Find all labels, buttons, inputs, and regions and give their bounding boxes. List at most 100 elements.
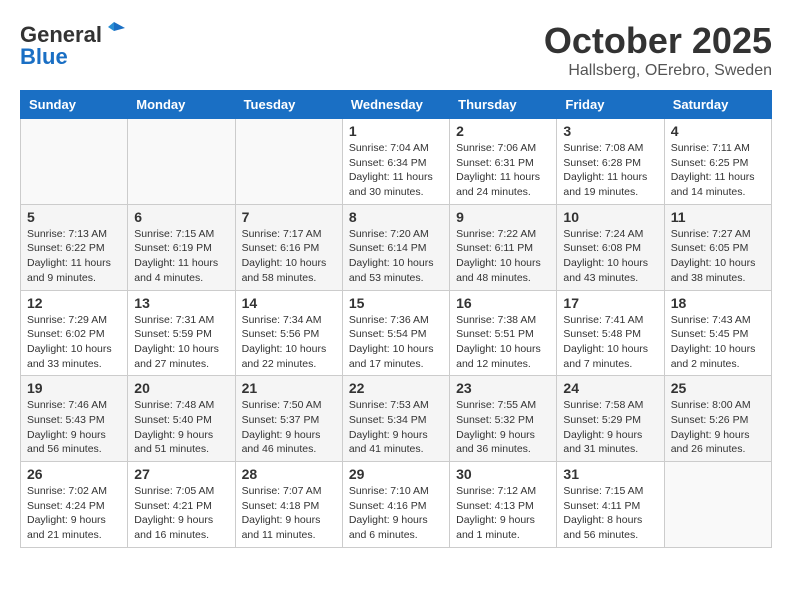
day-info: Sunrise: 7:12 AM Sunset: 4:13 PM Dayligh… <box>456 484 550 543</box>
day-number: 17 <box>563 295 657 311</box>
calendar-cell: 27 Sunrise: 7:05 AM Sunset: 4:21 PM Dayli… <box>128 462 235 548</box>
calendar-cell: 13Sunrise: 7:31 AM Sunset: 5:59 PM Dayli… <box>128 290 235 376</box>
weekday-header: Tuesday <box>235 91 342 119</box>
day-info: Sunrise: 7:13 AM Sunset: 6:22 PM Dayligh… <box>27 227 121 286</box>
calendar-cell: 3Sunrise: 7:08 AM Sunset: 6:28 PM Daylig… <box>557 119 664 205</box>
weekday-header: Saturday <box>664 91 771 119</box>
day-number: 23 <box>456 380 550 396</box>
calendar-cell: 8Sunrise: 7:20 AM Sunset: 6:14 PM Daylig… <box>342 204 449 290</box>
calendar-cell: 20Sunrise: 7:48 AM Sunset: 5:40 PM Dayli… <box>128 376 235 462</box>
calendar-cell: 26 Sunrise: 7:02 AM Sunset: 4:24 PM Dayli… <box>21 462 128 548</box>
day-info: Sunrise: 7:58 AM Sunset: 5:29 PM Dayligh… <box>563 398 657 457</box>
day-info: Sunrise: 7:43 AM Sunset: 5:45 PM Dayligh… <box>671 313 765 372</box>
day-number: 14 <box>242 295 336 311</box>
day-info: Sunrise: 7:07 AM Sunset: 4:18 PM Dayligh… <box>242 484 336 543</box>
calendar-cell: 6 Sunrise: 7:15 AM Sunset: 6:19 PM Daylig… <box>128 204 235 290</box>
weekday-header: Thursday <box>450 91 557 119</box>
day-number: 30 <box>456 466 550 482</box>
month-title: October 2025 <box>544 20 772 62</box>
day-number: 2 <box>456 123 550 139</box>
day-info: Sunrise: 7:53 AM Sunset: 5:34 PM Dayligh… <box>349 398 443 457</box>
day-number: 5 <box>27 209 121 225</box>
day-info: Sunrise: 7:17 AM Sunset: 6:16 PM Dayligh… <box>242 227 336 286</box>
calendar-week-row: 19 Sunrise: 7:46 AM Sunset: 5:43 PM Dayli… <box>21 376 772 462</box>
day-number: 24 <box>563 380 657 396</box>
day-info: Sunrise: 7:34 AM Sunset: 5:56 PM Dayligh… <box>242 313 336 372</box>
day-number: 7 <box>242 209 336 225</box>
calendar-cell: 2Sunrise: 7:06 AM Sunset: 6:31 PM Daylig… <box>450 119 557 205</box>
day-info: Sunrise: 7:22 AM Sunset: 6:11 PM Dayligh… <box>456 227 550 286</box>
day-number: 27 <box>134 466 228 482</box>
day-number: 29 <box>349 466 443 482</box>
day-number: 9 <box>456 209 550 225</box>
calendar-cell: 15 Sunrise: 7:36 AM Sunset: 5:54 PM Dayli… <box>342 290 449 376</box>
day-info: Sunrise: 7:10 AM Sunset: 4:16 PM Dayligh… <box>349 484 443 543</box>
calendar-cell: 31 Sunrise: 7:15 AM Sunset: 4:11 PM Dayli… <box>557 462 664 548</box>
calendar-cell: 4 Sunrise: 7:11 AM Sunset: 6:25 PM Daylig… <box>664 119 771 205</box>
day-number: 10 <box>563 209 657 225</box>
day-number: 31 <box>563 466 657 482</box>
calendar-week-row: 26 Sunrise: 7:02 AM Sunset: 4:24 PM Dayli… <box>21 462 772 548</box>
calendar-cell <box>664 462 771 548</box>
calendar-cell: 18Sunrise: 7:43 AM Sunset: 5:45 PM Dayli… <box>664 290 771 376</box>
logo-bird-icon <box>103 20 125 42</box>
day-info: Sunrise: 7:50 AM Sunset: 5:37 PM Dayligh… <box>242 398 336 457</box>
day-info: Sunrise: 7:29 AM Sunset: 6:02 PM Dayligh… <box>27 313 121 372</box>
day-info: Sunrise: 7:46 AM Sunset: 5:43 PM Dayligh… <box>27 398 121 457</box>
calendar-cell: 10 Sunrise: 7:24 AM Sunset: 6:08 PM Dayli… <box>557 204 664 290</box>
logo-blue-text: Blue <box>20 44 68 70</box>
day-info: Sunrise: 7:02 AM Sunset: 4:24 PM Dayligh… <box>27 484 121 543</box>
day-number: 22 <box>349 380 443 396</box>
day-number: 26 <box>27 466 121 482</box>
calendar-week-row: 1Sunrise: 7:04 AM Sunset: 6:34 PM Daylig… <box>21 119 772 205</box>
calendar-cell: 12 Sunrise: 7:29 AM Sunset: 6:02 PM Dayli… <box>21 290 128 376</box>
day-info: Sunrise: 7:31 AM Sunset: 5:59 PM Dayligh… <box>134 313 228 372</box>
day-number: 8 <box>349 209 443 225</box>
day-number: 16 <box>456 295 550 311</box>
calendar-cell: 9 Sunrise: 7:22 AM Sunset: 6:11 PM Daylig… <box>450 204 557 290</box>
day-number: 28 <box>242 466 336 482</box>
day-info: Sunrise: 7:48 AM Sunset: 5:40 PM Dayligh… <box>134 398 228 457</box>
calendar-cell: 25 Sunrise: 8:00 AM Sunset: 5:26 PM Dayli… <box>664 376 771 462</box>
day-info: Sunrise: 7:04 AM Sunset: 6:34 PM Dayligh… <box>349 141 443 200</box>
calendar-cell: 30 Sunrise: 7:12 AM Sunset: 4:13 PM Dayli… <box>450 462 557 548</box>
day-number: 21 <box>242 380 336 396</box>
calendar-cell: 16Sunrise: 7:38 AM Sunset: 5:51 PM Dayli… <box>450 290 557 376</box>
weekday-header: Wednesday <box>342 91 449 119</box>
weekday-header: Friday <box>557 91 664 119</box>
calendar-cell <box>128 119 235 205</box>
title-block: October 2025 Hallsberg, OErebro, Sweden <box>544 20 772 80</box>
day-info: Sunrise: 8:00 AM Sunset: 5:26 PM Dayligh… <box>671 398 765 457</box>
day-number: 4 <box>671 123 765 139</box>
day-info: Sunrise: 7:41 AM Sunset: 5:48 PM Dayligh… <box>563 313 657 372</box>
calendar-cell: 23Sunrise: 7:55 AM Sunset: 5:32 PM Dayli… <box>450 376 557 462</box>
day-number: 19 <box>27 380 121 396</box>
day-info: Sunrise: 7:15 AM Sunset: 6:19 PM Dayligh… <box>134 227 228 286</box>
calendar-cell <box>235 119 342 205</box>
page-header: General Blue October 2025 Hallsberg, OEr… <box>20 20 772 80</box>
day-info: Sunrise: 7:05 AM Sunset: 4:21 PM Dayligh… <box>134 484 228 543</box>
day-number: 6 <box>134 209 228 225</box>
calendar-cell: 29 Sunrise: 7:10 AM Sunset: 4:16 PM Dayli… <box>342 462 449 548</box>
calendar-cell: 11 Sunrise: 7:27 AM Sunset: 6:05 PM Dayli… <box>664 204 771 290</box>
day-info: Sunrise: 7:15 AM Sunset: 4:11 PM Dayligh… <box>563 484 657 543</box>
calendar-header-row: SundayMondayTuesdayWednesdayThursdayFrid… <box>21 91 772 119</box>
day-info: Sunrise: 7:08 AM Sunset: 6:28 PM Dayligh… <box>563 141 657 200</box>
weekday-header: Monday <box>128 91 235 119</box>
day-info: Sunrise: 7:36 AM Sunset: 5:54 PM Dayligh… <box>349 313 443 372</box>
day-info: Sunrise: 7:27 AM Sunset: 6:05 PM Dayligh… <box>671 227 765 286</box>
calendar-cell: 5 Sunrise: 7:13 AM Sunset: 6:22 PM Daylig… <box>21 204 128 290</box>
calendar-cell: 22 Sunrise: 7:53 AM Sunset: 5:34 PM Dayli… <box>342 376 449 462</box>
calendar-cell: 17 Sunrise: 7:41 AM Sunset: 5:48 PM Dayli… <box>557 290 664 376</box>
day-number: 25 <box>671 380 765 396</box>
calendar-cell <box>21 119 128 205</box>
day-number: 11 <box>671 209 765 225</box>
day-info: Sunrise: 7:11 AM Sunset: 6:25 PM Dayligh… <box>671 141 765 200</box>
day-info: Sunrise: 7:24 AM Sunset: 6:08 PM Dayligh… <box>563 227 657 286</box>
calendar-cell: 14 Sunrise: 7:34 AM Sunset: 5:56 PM Dayli… <box>235 290 342 376</box>
location-title: Hallsberg, OErebro, Sweden <box>544 62 772 80</box>
calendar-week-row: 12 Sunrise: 7:29 AM Sunset: 6:02 PM Dayli… <box>21 290 772 376</box>
calendar-cell: 28 Sunrise: 7:07 AM Sunset: 4:18 PM Dayli… <box>235 462 342 548</box>
day-number: 15 <box>349 295 443 311</box>
day-number: 12 <box>27 295 121 311</box>
